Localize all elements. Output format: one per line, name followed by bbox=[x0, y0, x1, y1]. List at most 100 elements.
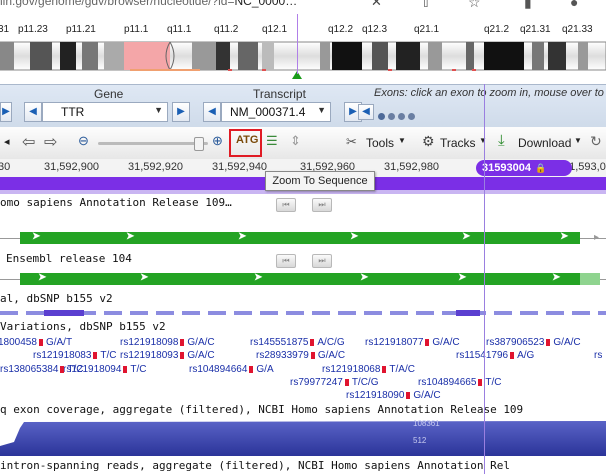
variant-id: rs121918068 bbox=[322, 364, 381, 375]
close-icon[interactable]: ✕ bbox=[371, 0, 382, 10]
strand-arrow-icon: ➤ bbox=[32, 231, 41, 242]
variant-alleles: A/C/G bbox=[317, 337, 345, 348]
chromosome-ideogram[interactable]: 31 p11.23 p11.21 p11.1 q11.1 q11.2 q12.1… bbox=[0, 14, 606, 84]
gene-label: Gene bbox=[94, 87, 124, 101]
variant-id: rs121918093 bbox=[120, 350, 179, 361]
share-icon[interactable]: ⇧ bbox=[420, 0, 432, 11]
current-position: 31593004 bbox=[482, 162, 531, 174]
variant-marker bbox=[38, 339, 43, 346]
variant-id: 1800458 bbox=[0, 337, 37, 348]
variant-label[interactable]: rs28933979 G/A/C bbox=[256, 350, 345, 361]
zoom-slider[interactable] bbox=[98, 142, 208, 145]
tracks-config-icon[interactable]: ☰ bbox=[266, 133, 278, 149]
variant-alleles: G/A/C bbox=[317, 350, 346, 361]
variant-marker bbox=[249, 366, 254, 373]
variant-alleles: G/A/C bbox=[187, 350, 215, 361]
band-label: q21.33 bbox=[562, 24, 593, 35]
gene-model-bar[interactable] bbox=[20, 232, 580, 244]
variant-id: rs104894665 bbox=[418, 377, 477, 388]
variant-label[interactable]: rs145551875 A/C/G bbox=[250, 337, 345, 348]
variant-label[interactable]: rs79977247 T/C/G bbox=[290, 377, 379, 388]
variant-label[interactable]: rs138065384 T/C bbox=[0, 364, 84, 375]
gear-icon: ⚙ bbox=[422, 133, 435, 149]
variant-label[interactable]: rs121918093 G/A/C bbox=[120, 350, 215, 361]
prev-transcript-button[interactable]: ◀ bbox=[203, 102, 221, 122]
band-label: q12.2 bbox=[328, 24, 354, 35]
prev-exon-button[interactable]: ◀ bbox=[358, 104, 374, 120]
variant-alleles: G/A/C bbox=[432, 337, 460, 348]
profile-icon[interactable]: ● bbox=[570, 0, 578, 10]
utr-region bbox=[580, 273, 600, 285]
band-label: q21.31 bbox=[520, 24, 551, 35]
next-gene-button[interactable]: ▶ bbox=[172, 102, 190, 122]
variant-label[interactable]: rs387906523 G/A/C bbox=[486, 337, 581, 348]
toolbar: ◂ ⇦ ⇨ ⊖ ⊕ ATG ☰ ⇕ ✂ Tools ▼ ⚙ Tracks ▼ ⤓… bbox=[0, 127, 606, 160]
variant-alleles: G/A/C bbox=[413, 390, 441, 401]
gene-select[interactable]: TTR ▼ bbox=[42, 102, 168, 122]
transcript-value: NM_000371.4 bbox=[230, 105, 306, 119]
zoom-out-icon[interactable]: ◂ bbox=[4, 135, 10, 148]
variant-alleles: T/C bbox=[67, 364, 84, 375]
strand-arrow-icon: ➤ bbox=[350, 231, 359, 242]
variant-label[interactable]: rs121918068 T/A/C bbox=[322, 364, 415, 375]
track-close-button[interactable]: ⏭ bbox=[312, 198, 332, 212]
strand-arrow-icon: ➤ bbox=[126, 231, 135, 242]
variant-alleles: T/A/C bbox=[389, 364, 415, 375]
strand-arrow-icon: ➤ bbox=[458, 272, 467, 283]
variant-id: rs121918098 bbox=[120, 337, 179, 348]
url-text[interactable]: nih.gov/genome/gdv/browser/nucleotide/?i… bbox=[0, 0, 297, 8]
prev-gene-button[interactable]: ◀ bbox=[24, 102, 42, 122]
variant-id: rs121918090 bbox=[346, 390, 405, 401]
browser-address-bar[interactable]: nih.gov/genome/gdv/browser/nucleotide/?i… bbox=[0, 0, 606, 14]
variant-label[interactable]: rs bbox=[594, 350, 602, 361]
variant-marker bbox=[310, 352, 315, 359]
refresh-icon[interactable]: ↻ bbox=[590, 133, 602, 150]
extension-icon[interactable]: ▮ bbox=[524, 0, 532, 11]
ruler-label: 31,592,940 bbox=[212, 161, 268, 173]
tracks-menu[interactable]: Tracks bbox=[440, 136, 476, 150]
band-label: q12.1 bbox=[262, 24, 288, 35]
zoom-out-icon[interactable]: ⊖ bbox=[78, 133, 89, 149]
variant-label[interactable]: rs104894665 T/C bbox=[418, 377, 502, 388]
variant-cluster bbox=[44, 310, 84, 316]
track-title-variations: Variations, dbSNP b155 v2 bbox=[0, 320, 166, 333]
track-settings-button[interactable]: ⏮ bbox=[276, 254, 296, 268]
band-label: q21.1 bbox=[414, 24, 440, 35]
zoom-slider-handle[interactable] bbox=[194, 137, 204, 151]
scroll-left-button[interactable]: ▶ bbox=[0, 102, 12, 122]
download-menu[interactable]: Download bbox=[518, 136, 571, 150]
pan-right-icon[interactable]: ⇨ bbox=[44, 132, 57, 152]
pan-left-icon[interactable]: ⇦ bbox=[22, 132, 35, 152]
track-close-button[interactable]: ⏭ bbox=[312, 254, 332, 268]
wrench-icon: ✂ bbox=[346, 134, 357, 149]
track-settings-button[interactable]: ⏮ bbox=[276, 198, 296, 212]
variant-label[interactable]: rs121918077 G/A/C bbox=[365, 337, 460, 348]
transcript-label: Transcript bbox=[253, 87, 306, 101]
zoom-in-icon[interactable]: ⊕ bbox=[212, 133, 223, 149]
chevron-down-icon: ▼ bbox=[479, 136, 487, 145]
tools-menu[interactable]: Tools bbox=[366, 136, 394, 150]
transcript-select[interactable]: NM_000371.4 ▼ bbox=[221, 102, 331, 122]
variant-marker bbox=[180, 339, 185, 346]
variant-label[interactable]: rs121918090 G/A/C bbox=[346, 390, 441, 401]
variant-label[interactable]: rs121918083 T/C bbox=[33, 350, 117, 361]
variant-marker bbox=[510, 352, 515, 359]
strand-arrow-icon: ➤ bbox=[462, 231, 471, 242]
variant-label[interactable]: rs104894664 G/A bbox=[189, 364, 274, 375]
variant-label[interactable]: rs11541796 A/G bbox=[456, 350, 534, 361]
bookmark-icon[interactable]: ☆ bbox=[468, 0, 481, 11]
variant-alleles: T/C bbox=[130, 364, 147, 375]
collapse-icon[interactable]: ⇕ bbox=[290, 133, 301, 149]
coverage-histogram[interactable] bbox=[0, 416, 606, 456]
variant-id: rs121918083 bbox=[33, 350, 92, 361]
variant-alleles: T/C bbox=[485, 377, 502, 388]
variant-id: rs121918077 bbox=[365, 337, 424, 348]
variant-id: rs bbox=[594, 350, 603, 361]
current-position-badge[interactable]: 31593004 🔒 bbox=[476, 160, 572, 176]
variant-marker bbox=[382, 366, 387, 373]
variant-label[interactable]: rs121918098 G/A/C bbox=[120, 337, 215, 348]
variant-label[interactable]: 1800458 G/A/T bbox=[0, 337, 72, 348]
exon-dots[interactable] bbox=[378, 107, 418, 125]
gene-model-bar[interactable] bbox=[20, 273, 580, 285]
strand-arrow-icon: ➤ bbox=[254, 272, 263, 283]
